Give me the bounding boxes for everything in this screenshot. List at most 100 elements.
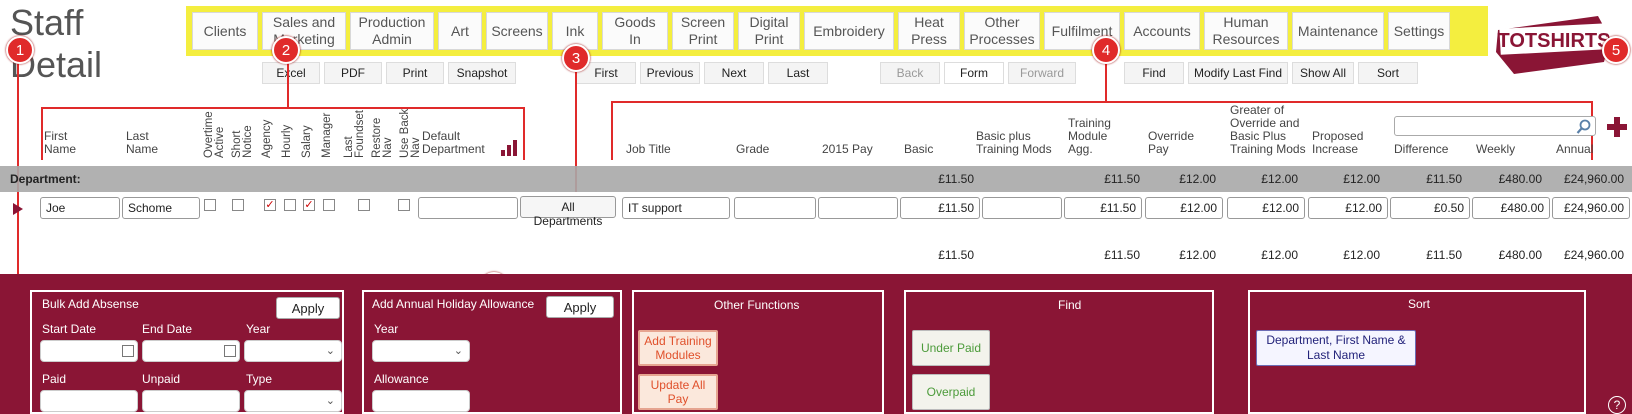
total-weekly: £480.00 xyxy=(1498,248,1542,262)
header-manager[interactable]: Manager xyxy=(321,108,336,158)
proposed-increase-field[interactable]: £12.00 xyxy=(1308,197,1388,219)
allowance-label: Allowance xyxy=(374,372,429,386)
total-basic: £11.50 xyxy=(938,248,974,262)
header-default-department[interactable]: Default Department xyxy=(422,130,492,156)
search-icon xyxy=(1576,119,1591,134)
short-notice-checkbox[interactable] xyxy=(232,199,244,211)
total-training-agg: £11.50 xyxy=(1104,248,1140,262)
bulk-absense-apply-button[interactable]: Apply xyxy=(276,297,340,319)
last-foundset-checkbox[interactable] xyxy=(358,199,370,211)
help-icon[interactable]: ? xyxy=(1608,396,1626,414)
header-agency[interactable]: Agency xyxy=(261,108,276,158)
header-first-name[interactable]: First Name xyxy=(44,130,94,156)
last-name-field[interactable]: Schome xyxy=(122,197,200,219)
dept-override: £12.00 xyxy=(1179,172,1216,186)
unpaid-label: Unpaid xyxy=(142,372,181,386)
header-override-pay[interactable]: Override Pay xyxy=(1148,130,1208,156)
chevron-down-icon: ⌄ xyxy=(325,395,335,407)
default-department-field[interactable] xyxy=(418,197,518,219)
callout-4: 4 xyxy=(1092,36,1120,64)
header-hourly[interactable]: Hourly xyxy=(281,108,296,158)
header-overtime-active[interactable]: Overtime Active xyxy=(203,108,228,158)
chevron-down-icon: ⌄ xyxy=(325,345,335,357)
overpaid-button[interactable]: Overpaid xyxy=(912,374,990,410)
sort-dept-first-last-button[interactable]: Department, First Name & Last Name xyxy=(1256,330,1416,366)
type-label: Type xyxy=(246,372,273,386)
chart-icon[interactable] xyxy=(500,140,518,156)
manager-checkbox[interactable] xyxy=(323,199,335,211)
dept-greater: £12.00 xyxy=(1261,172,1298,186)
override-pay-field[interactable]: £12.00 xyxy=(1145,197,1223,219)
callout-5: 5 xyxy=(1602,36,1630,64)
training-agg-field[interactable]: £11.50 xyxy=(1064,197,1142,219)
dept-training-agg: £11.50 xyxy=(1104,172,1140,186)
all-departments-button[interactable]: All Departments xyxy=(520,196,616,228)
callout-2: 2 xyxy=(272,36,300,64)
header-job-title[interactable]: Job Title xyxy=(626,143,686,156)
holiday-year-label: Year xyxy=(374,322,399,336)
dept-proposed: £12.00 xyxy=(1343,172,1380,186)
use-back-nav-checkbox[interactable] xyxy=(398,199,410,211)
header-greater-of[interactable]: Greater of Override and Basic Plus Train… xyxy=(1230,104,1312,156)
difference-field[interactable]: £0.50 xyxy=(1390,197,1470,219)
weekly-field[interactable]: £480.00 xyxy=(1472,197,1550,219)
paid-label: Paid xyxy=(42,372,67,386)
salary-checkbox[interactable]: ✓ xyxy=(303,199,315,211)
header-proposed-increase[interactable]: Proposed Increase xyxy=(1312,130,1382,156)
allowance-input[interactable] xyxy=(372,390,470,412)
hourly-checkbox[interactable] xyxy=(284,199,296,211)
header-salary[interactable]: Salary xyxy=(301,108,316,158)
header-2015-pay[interactable]: 2015 Pay xyxy=(822,143,882,156)
add-training-modules-button[interactable]: Add Training Modules xyxy=(638,330,718,366)
bulk-absense-title: Bulk Add Absense xyxy=(42,297,139,311)
basic-field[interactable]: £11.50 xyxy=(900,197,980,219)
under-paid-button[interactable]: Under Paid xyxy=(912,330,990,366)
agency-checkbox[interactable]: ✓ xyxy=(264,199,276,211)
calendar-icon[interactable] xyxy=(224,345,236,357)
header-grade[interactable]: Grade xyxy=(736,143,796,156)
sort-title: Sort xyxy=(1408,297,1431,311)
grade-field[interactable] xyxy=(734,197,816,219)
header-use-back-nav[interactable]: Use Back Nav xyxy=(399,108,424,158)
header-weekly[interactable]: Weekly xyxy=(1476,143,1536,156)
unpaid-input[interactable] xyxy=(142,390,240,412)
start-date-input[interactable] xyxy=(40,340,138,362)
header-short-notice[interactable]: Short Notice xyxy=(231,108,256,158)
type-select[interactable]: ⌄ xyxy=(244,390,342,412)
holiday-apply-button[interactable]: Apply xyxy=(546,296,614,318)
basic-plus-training-field[interactable] xyxy=(982,197,1062,219)
chevron-down-icon: ⌄ xyxy=(453,345,463,357)
header-training-agg[interactable]: Training Module Agg. xyxy=(1068,117,1128,156)
calendar-icon[interactable] xyxy=(122,345,134,357)
search-input[interactable] xyxy=(1394,116,1596,136)
add-record-icon[interactable] xyxy=(1606,116,1628,138)
year-select[interactable]: ⌄ xyxy=(244,340,342,362)
end-date-label: End Date xyxy=(142,322,193,336)
holiday-year-select[interactable]: ⌄ xyxy=(372,340,470,362)
holiday-title: Add Annual Holiday Allowance xyxy=(372,297,535,311)
header-difference[interactable]: Difference xyxy=(1394,143,1464,156)
header-annual[interactable]: Annual xyxy=(1556,143,1616,156)
total-proposed: £12.00 xyxy=(1343,248,1380,262)
overtime-checkbox[interactable] xyxy=(204,199,216,211)
header-basic[interactable]: Basic xyxy=(904,143,954,156)
job-title-field[interactable]: IT support xyxy=(622,197,730,219)
department-label: Department: xyxy=(10,172,81,186)
header-last-foundset[interactable]: Last Foundset xyxy=(343,108,368,158)
paid-input[interactable] xyxy=(40,390,138,412)
total-override: £12.00 xyxy=(1179,248,1216,262)
header-restore-nav[interactable]: Restore Nav xyxy=(371,108,396,158)
other-functions-title: Other Functions xyxy=(714,298,800,312)
dept-weekly: £480.00 xyxy=(1498,172,1542,186)
pay-2015-field[interactable] xyxy=(818,197,898,219)
find-title: Find xyxy=(1058,298,1082,312)
update-all-pay-button[interactable]: Update All Pay xyxy=(638,374,718,410)
header-last-name[interactable]: Last Name xyxy=(126,130,176,156)
greater-of-field[interactable]: £12.00 xyxy=(1227,197,1305,219)
header-basic-plus-training[interactable]: Basic plus Training Mods xyxy=(976,130,1056,156)
annual-field[interactable]: £24,960.00 xyxy=(1552,197,1630,219)
end-date-input[interactable] xyxy=(142,340,240,362)
dept-annual: £24,960.00 xyxy=(1563,172,1624,186)
start-date-label: Start Date xyxy=(42,322,97,336)
first-name-field[interactable]: Joe xyxy=(40,197,120,219)
